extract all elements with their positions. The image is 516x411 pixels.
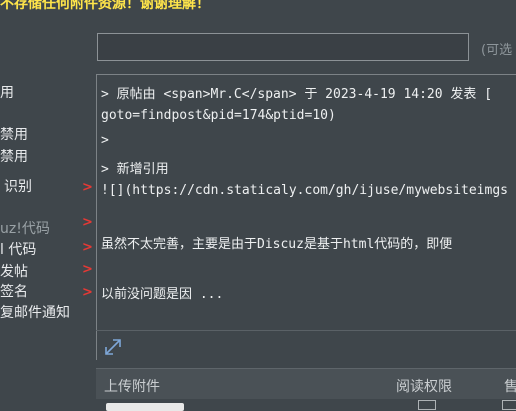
subject-hint: (可选 [481,43,513,58]
checkbox[interactable] [418,400,436,410]
editor-line: > 原帖由 <span>Mr.C</span> 于 2023-4-19 14:2… [101,87,493,102]
chevron-right-icon: > [82,180,93,195]
upload-attachment-label: 上传附件 [104,379,160,395]
subject-input[interactable] [97,33,469,61]
option-label: 禁用 [0,149,28,165]
notice-banner: 不存储任何附件资源！谢谢理解！ [0,0,210,12]
editor-line: ![](https://cdn.staticaly.com/gh/ijuse/m… [101,183,508,198]
resize-icon[interactable] [103,337,123,357]
attachment-row [96,398,516,411]
option-label: uz!代码 [0,221,50,237]
editor-line: > 新增引用 [101,162,169,177]
chevron-right-icon: > [82,285,93,300]
checkbox[interactable] [502,400,516,410]
option-label: 签名 [0,284,28,300]
chevron-right-icon: > [82,262,93,277]
option-label: 发帖 [0,264,28,280]
attachment-header: 上传附件 阅读权限 售 [96,368,516,399]
option-label: 识别 [4,179,32,195]
chevron-right-icon: > [82,215,93,230]
price-label: 售 [504,379,516,395]
option-label: l 代码 [0,242,37,258]
editor-line: > [101,133,109,148]
editor-line: 以前没问题是因 ... [101,287,224,302]
read-permission-label: 阅读权限 [396,379,452,395]
message-editor[interactable]: > 原帖由 <span>Mr.C</span> 于 2023-4-19 14:2… [96,74,516,360]
option-label: 禁用 [0,127,28,143]
editor-line: goto=findpost&pid=174&ptid=10) [101,108,336,123]
option-label: 复邮件通知 [0,305,70,321]
chevron-right-icon: > [82,240,93,255]
editor-line: 虽然不太完善，主要是由于Discuz是基于html代码的，即便 [101,237,453,252]
option-label: 用 [0,85,14,101]
editor-footer [96,330,516,361]
